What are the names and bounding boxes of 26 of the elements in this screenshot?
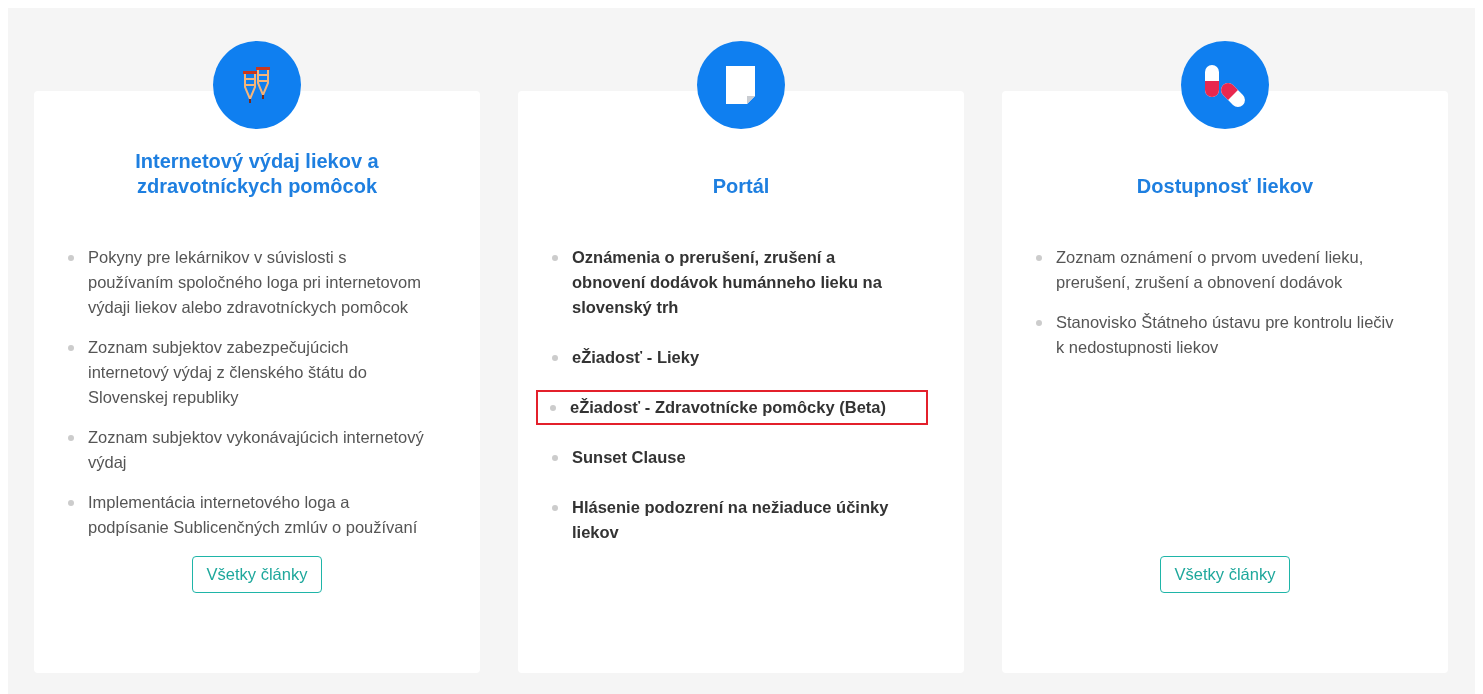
bullet-icon (68, 255, 74, 261)
article-link[interactable]: Hlásenie podozrení na nežiaduce účinky liekov (572, 495, 912, 545)
article-link[interactable]: eŽiadosť - Lieky (572, 345, 700, 370)
card-title[interactable]: Internetový výdaj liekov a zdravotníckych pomôcok (74, 149, 440, 199)
article-link[interactable]: Zoznam subjektov zabezpečujúcich internetový výdaj z členského štátu do Slovenskej republiky (88, 335, 428, 410)
card-title[interactable]: Portál (712, 174, 770, 199)
card-title[interactable]: Dostupnosť liekov (1136, 174, 1314, 199)
article-link[interactable]: Sunset Clause (572, 445, 686, 470)
crutches-icon (242, 65, 272, 105)
article-link[interactable]: Stanovisko Štátneho ústavu pre kontrolu liečiv k nedostupnosti liekov (1056, 310, 1396, 360)
bullet-icon (68, 435, 74, 441)
article-link[interactable]: Zoznam oznámení o prvom uvedení lieku, prerušení, zrušení a obnovení dodávok (1056, 245, 1396, 295)
bullet-icon (552, 255, 558, 261)
bullet-icon (1036, 255, 1042, 261)
bullet-icon (552, 505, 558, 511)
bullet-icon (552, 355, 558, 361)
article-link[interactable]: Oznámenia o prerušení, zrušení a obnovení dodávok humánneho lieku na slovenský trh (572, 245, 912, 320)
pills-icon (1203, 63, 1247, 107)
article-link[interactable]: Pokyny pre lekárnikov v súvislosti s používaním spoločného loga pri internetovom výdaji liekov alebo zdravotníckych pomôcok (88, 245, 428, 320)
bullet-icon (550, 405, 556, 411)
bullet-icon (1036, 320, 1042, 326)
article-link[interactable]: Implementácia internetového loga a podpísanie Sublicenčných zmlúv o používaní (88, 490, 428, 540)
article-link[interactable]: Zoznam subjektov vykonávajúcich internetový výdaj (88, 425, 428, 475)
bullet-icon (68, 500, 74, 506)
bullet-icon (68, 345, 74, 351)
bullet-icon (552, 455, 558, 461)
